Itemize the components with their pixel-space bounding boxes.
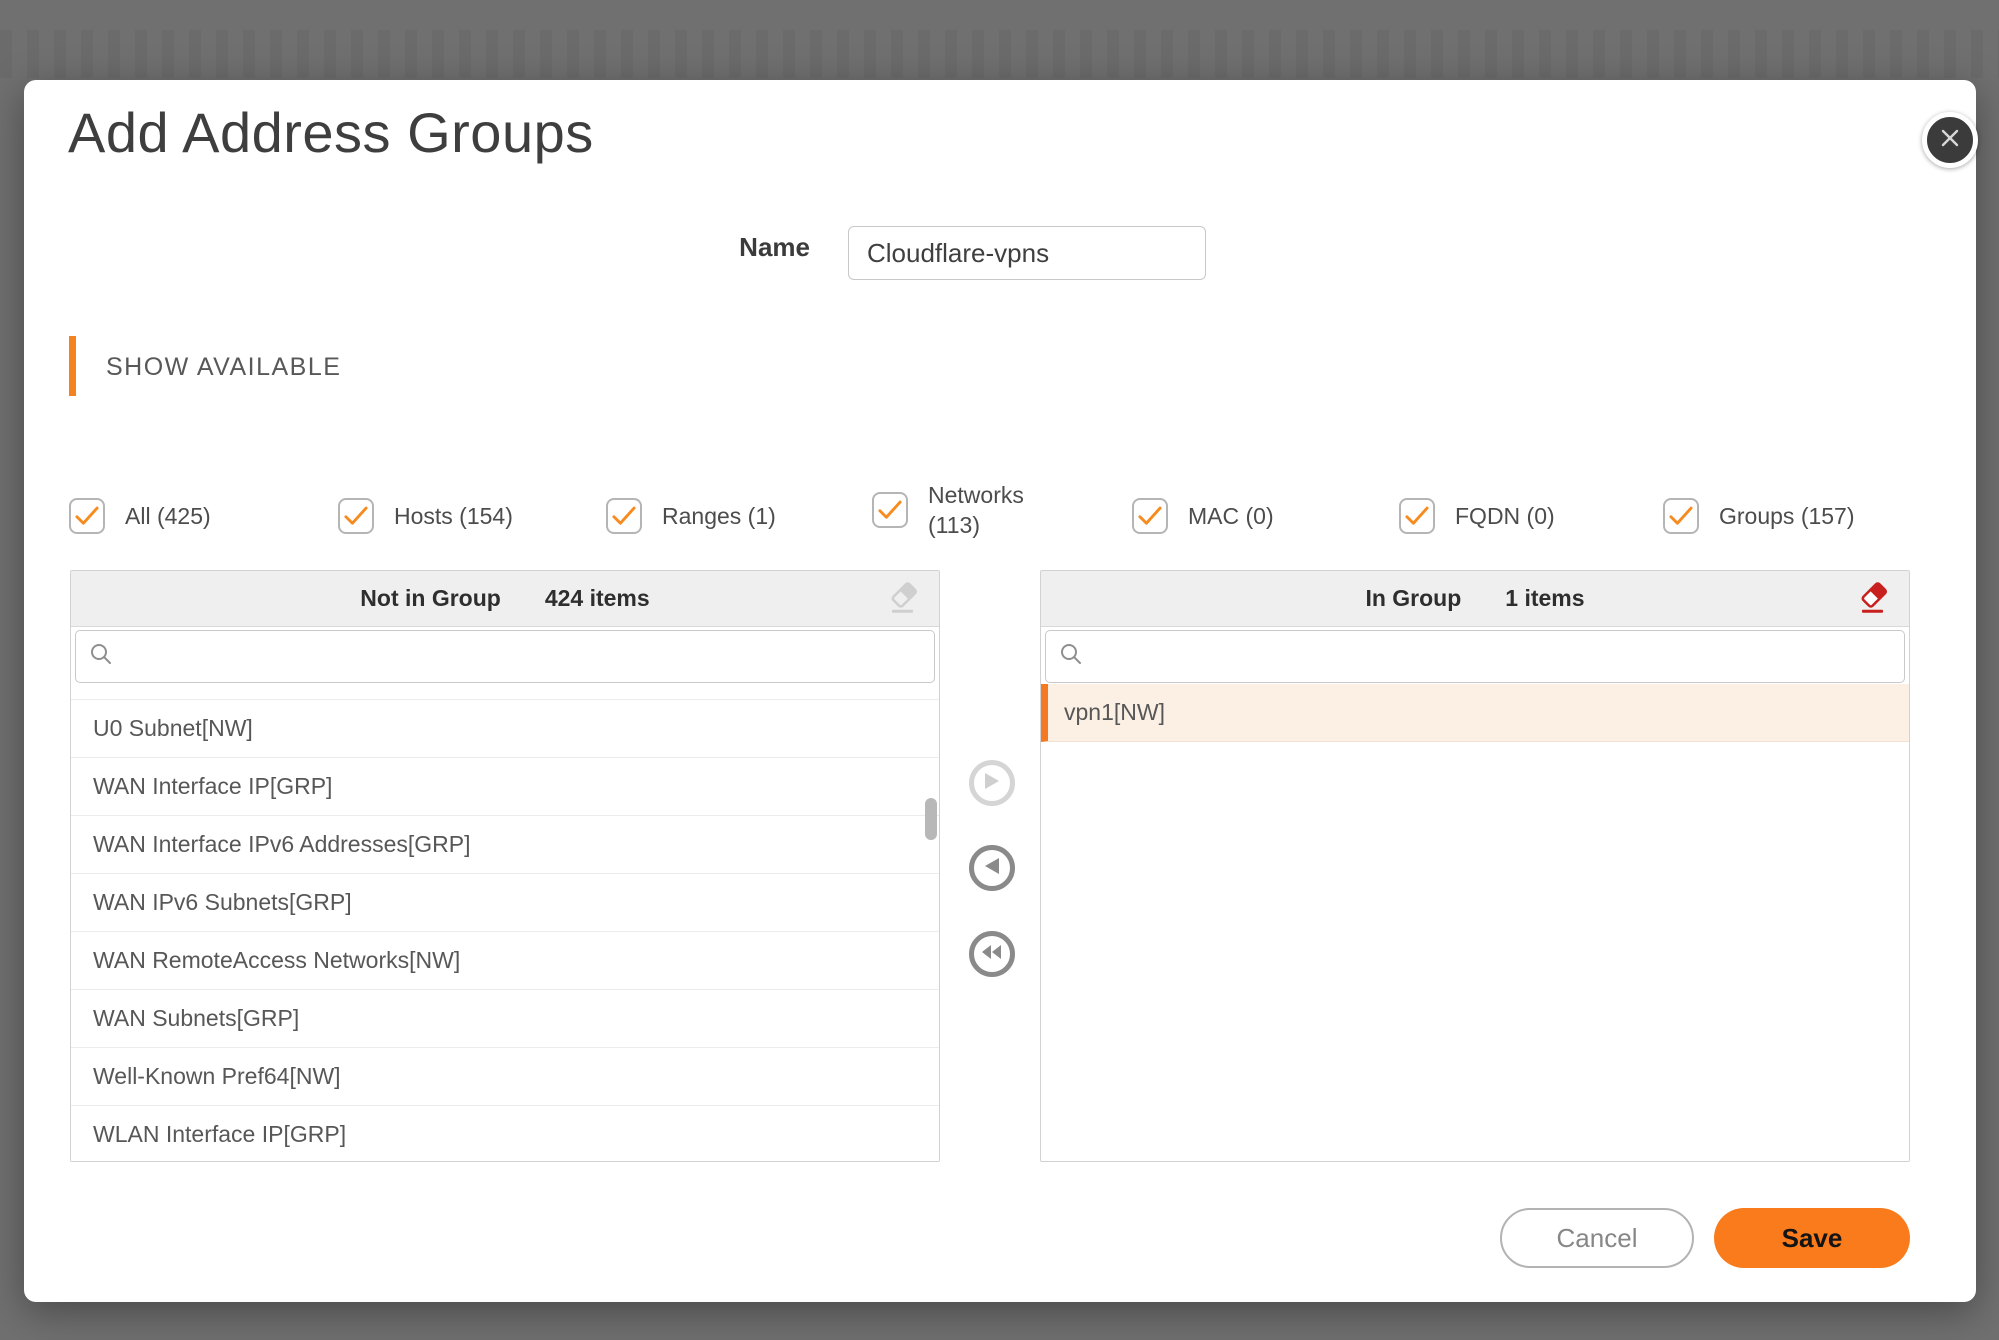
save-button[interactable]: Save [1714, 1208, 1910, 1268]
check-icon [611, 505, 637, 527]
check-icon [74, 505, 100, 527]
clear-list-button[interactable] [1855, 579, 1893, 619]
close-button[interactable] [1922, 112, 1978, 168]
not-in-group-list: U0 Subnet[NW]WAN Interface IP[GRP]WAN In… [71, 684, 939, 1161]
clear-list-button[interactable] [885, 579, 923, 619]
move-all-left-icon [981, 944, 1003, 965]
move-left-icon [984, 857, 1000, 880]
section-accent-bar [69, 336, 76, 396]
list-item[interactable]: vpn1[NW] [1041, 684, 1909, 742]
checkbox-all[interactable] [69, 498, 105, 534]
filter-label: Networks(113) [928, 480, 1024, 540]
cancel-button[interactable]: Cancel [1500, 1208, 1694, 1268]
in-group-search [1045, 630, 1905, 683]
search-icon [88, 641, 114, 672]
checkbox-ranges[interactable] [606, 498, 642, 534]
eraser-icon [886, 578, 922, 621]
list-item[interactable]: WAN Interface IP[GRP] [71, 758, 939, 816]
filter-label: All (425) [125, 501, 211, 531]
name-label: Name [700, 232, 810, 263]
search-input[interactable] [1094, 642, 1892, 671]
filter-networks: Networks(113) [872, 480, 1024, 540]
panel-item-count: 1 items [1505, 585, 1584, 612]
list-item[interactable]: WAN Interface IPv6 Addresses[GRP] [71, 816, 939, 874]
search-input[interactable] [124, 642, 922, 671]
filter-ranges: Ranges (1) [606, 498, 776, 534]
move-right-button[interactable] [969, 760, 1015, 806]
checkbox-hosts[interactable] [338, 498, 374, 534]
move-left-button[interactable] [969, 845, 1015, 891]
list-item[interactable]: WAN RemoteAccess Networks[NW] [71, 932, 939, 990]
list-item[interactable]: U0 Subnet[NW] [71, 700, 939, 758]
filter-label: MAC (0) [1188, 501, 1274, 531]
filter-fqdn: FQDN (0) [1399, 498, 1555, 534]
checkbox-mac[interactable] [1132, 498, 1168, 534]
list-item-partial [71, 684, 939, 700]
check-icon [1404, 505, 1430, 527]
checkbox-groups[interactable] [1663, 498, 1699, 534]
list-item[interactable]: Well-Known Pref64[NW] [71, 1048, 939, 1106]
close-icon [1940, 128, 1960, 153]
list-item[interactable]: WAN IPv6 Subnets[GRP] [71, 874, 939, 932]
add-address-groups-dialog: Add Address Groups Name SHOW AVAILABLE A… [24, 80, 1976, 1302]
filter-groups: Groups (157) [1663, 498, 1855, 534]
in-group-header: In Group 1 items [1041, 571, 1909, 627]
checkbox-fqdn[interactable] [1399, 498, 1435, 534]
list-item[interactable]: WAN Subnets[GRP] [71, 990, 939, 1048]
panel-item-count: 424 items [545, 585, 650, 612]
panel-title: In Group [1365, 585, 1461, 612]
backdrop-texture [0, 30, 1999, 78]
dialog-title: Add Address Groups [68, 100, 594, 165]
check-icon [877, 499, 903, 521]
in-group-panel: In Group 1 items [1040, 570, 1910, 1162]
not-in-group-search [75, 630, 935, 683]
list-item[interactable]: WLAN Interface IP[GRP] [71, 1106, 939, 1161]
not-in-group-panel: Not in Group 424 items [70, 570, 940, 1162]
scrollbar-thumb[interactable] [925, 798, 937, 840]
filter-label: Hosts (154) [394, 501, 513, 531]
move-all-left-button[interactable] [969, 931, 1015, 977]
filter-hosts: Hosts (154) [338, 498, 513, 534]
filter-label: Ranges (1) [662, 501, 776, 531]
filter-label: Groups (157) [1719, 501, 1855, 531]
search-icon [1058, 641, 1084, 672]
in-group-list: vpn1[NW] [1041, 684, 1909, 1161]
checkbox-networks[interactable] [872, 492, 908, 528]
show-available-label: SHOW AVAILABLE [106, 353, 341, 382]
move-right-icon [984, 772, 1000, 795]
filter-label: FQDN (0) [1455, 501, 1555, 531]
panel-title: Not in Group [360, 585, 501, 612]
not-in-group-header: Not in Group 424 items [71, 571, 939, 627]
eraser-icon [1856, 578, 1892, 621]
check-icon [1137, 505, 1163, 527]
filter-mac: MAC (0) [1132, 498, 1274, 534]
check-icon [343, 505, 369, 527]
filter-all: All (425) [69, 498, 211, 534]
check-icon [1668, 505, 1694, 527]
name-input[interactable] [848, 226, 1206, 280]
